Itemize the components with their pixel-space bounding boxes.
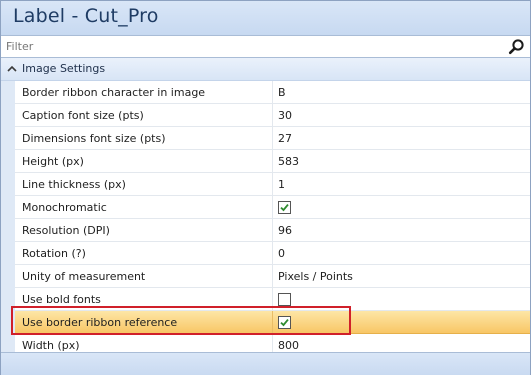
property-value[interactable]: 30	[278, 109, 292, 122]
property-row[interactable]: Unity of measurement Pixels / Points	[1, 265, 530, 288]
checkmark-icon	[280, 204, 289, 212]
property-row[interactable]: Line thickness (px) 1	[1, 173, 530, 196]
property-row[interactable]: Use bold fonts	[1, 288, 530, 311]
column-divider[interactable]	[272, 173, 273, 196]
row-gutter	[1, 242, 15, 265]
property-name: Line thickness (px)	[22, 178, 126, 191]
column-divider[interactable]	[272, 265, 273, 288]
property-grid: Image Settings Border ribbon character i…	[1, 58, 530, 357]
column-divider[interactable]	[272, 150, 273, 173]
property-row[interactable]: Caption font size (pts) 30	[1, 104, 530, 127]
column-divider[interactable]	[272, 196, 273, 219]
property-name: Use border ribbon reference	[22, 316, 178, 329]
filter-bar	[1, 35, 530, 58]
search-icon[interactable]	[508, 38, 526, 55]
column-divider[interactable]	[272, 127, 273, 150]
property-row[interactable]: Resolution (DPI) 96	[1, 219, 530, 242]
window-title: Label - Cut_Pro	[13, 5, 159, 27]
property-name: Dimensions font size (pts)	[22, 132, 166, 145]
filter-input[interactable]	[1, 36, 501, 57]
property-value[interactable]: Pixels / Points	[278, 270, 353, 283]
property-name: Height (px)	[22, 155, 84, 168]
property-checkbox[interactable]	[278, 201, 291, 214]
property-name: Border ribbon character in image	[22, 86, 206, 99]
row-gutter	[1, 81, 15, 104]
property-row[interactable]: Monochromatic	[1, 196, 530, 219]
row-gutter	[1, 196, 15, 219]
chevron-down-icon[interactable]	[6, 63, 18, 75]
property-value[interactable]: B	[278, 86, 286, 99]
property-value[interactable]: 96	[278, 224, 292, 237]
row-gutter	[1, 219, 15, 242]
column-divider[interactable]	[272, 219, 273, 242]
title-bar: Label - Cut_Pro	[1, 1, 530, 35]
column-divider[interactable]	[272, 104, 273, 127]
column-divider[interactable]	[272, 81, 273, 104]
category-header-image-settings[interactable]: Image Settings	[1, 58, 530, 81]
row-gutter	[1, 127, 15, 150]
property-name: Monochromatic	[22, 201, 107, 214]
property-name: Use bold fonts	[22, 293, 101, 306]
row-gutter	[1, 311, 15, 334]
property-checkbox[interactable]	[278, 293, 291, 306]
property-row[interactable]: Rotation (?) 0	[1, 242, 530, 265]
property-window: Label - Cut_Pro Image Settings Border ri…	[0, 0, 531, 375]
property-row[interactable]: Height (px) 583	[1, 150, 530, 173]
property-value[interactable]: 27	[278, 132, 292, 145]
property-row[interactable]: Border ribbon character in image B	[1, 81, 530, 104]
row-gutter	[1, 173, 15, 196]
property-name: Resolution (DPI)	[22, 224, 110, 237]
property-value[interactable]: 0	[278, 247, 285, 260]
property-row[interactable]: Dimensions font size (pts) 27	[1, 127, 530, 150]
column-divider[interactable]	[272, 288, 273, 311]
row-gutter	[1, 104, 15, 127]
property-value[interactable]: 583	[278, 155, 299, 168]
row-gutter	[1, 150, 15, 173]
property-name: Width (px)	[22, 339, 80, 352]
property-name: Caption font size (pts)	[22, 109, 144, 122]
column-divider[interactable]	[272, 311, 273, 334]
property-value[interactable]: 1	[278, 178, 285, 191]
property-rows: Border ribbon character in image B Caption…	[1, 81, 530, 357]
property-row[interactable]: Use border ribbon reference	[1, 311, 530, 334]
property-checkbox[interactable]	[278, 316, 291, 329]
property-name: Unity of measurement	[22, 270, 146, 283]
row-gutter	[1, 265, 15, 288]
checkmark-icon	[280, 319, 289, 327]
category-label: Image Settings	[22, 62, 106, 75]
row-gutter	[1, 288, 15, 311]
column-divider[interactable]	[272, 242, 273, 265]
property-name: Rotation (?)	[22, 247, 86, 260]
property-value[interactable]: 800	[278, 339, 299, 352]
status-bar	[1, 352, 530, 375]
